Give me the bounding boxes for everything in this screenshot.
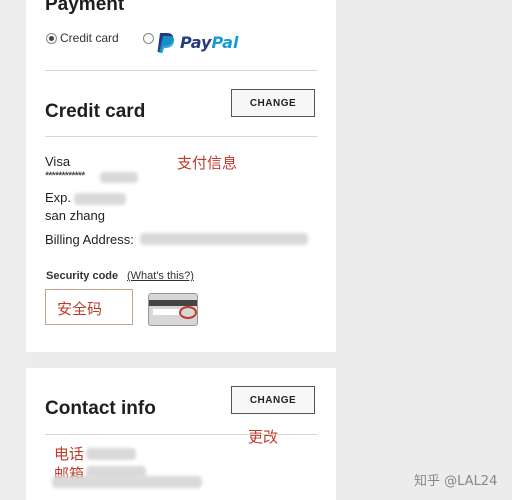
credit-card-option-label[interactable]: Credit card	[60, 31, 119, 45]
expiry-label: Exp.	[45, 190, 72, 205]
redacted-region	[86, 448, 136, 460]
svg-text:PayPal: PayPal	[180, 33, 239, 52]
masked-card-number: ************	[45, 170, 85, 182]
redacted-region	[140, 233, 308, 245]
payment-title: Payment	[45, 0, 125, 15]
billing-address-label: Billing Address:	[45, 232, 134, 247]
watermark: 知乎 @LAL24	[414, 474, 498, 489]
contact-info-title: Contact info	[45, 398, 156, 419]
divider	[45, 434, 317, 435]
divider	[45, 136, 317, 137]
contact-change-button[interactable]: CHANGE	[231, 386, 315, 414]
redacted-region	[74, 193, 126, 205]
annotation-change: 更改	[248, 428, 279, 446]
cardholder-name: san zhang	[45, 208, 105, 223]
card-back-cvv-icon	[148, 293, 198, 326]
phone-note: 电话	[54, 445, 85, 463]
left-gutter	[0, 0, 26, 500]
paypal-radio[interactable]	[143, 33, 154, 44]
credit-card-change-button[interactable]: CHANGE	[231, 89, 315, 117]
credit-card-title: Credit card	[45, 101, 146, 122]
annotation-payment-info: 支付信息	[177, 154, 238, 172]
card-brand: Visa	[45, 154, 71, 169]
paypal-logo[interactable]: PayPal	[156, 30, 242, 54]
whats-this-link[interactable]: (What's this?)	[127, 270, 194, 282]
security-code-label: Security code	[46, 270, 119, 282]
credit-card-radio[interactable]	[46, 33, 57, 44]
redacted-region	[52, 476, 202, 488]
page-background	[336, 0, 512, 500]
divider	[45, 70, 317, 71]
security-code-placeholder: 安全码	[57, 300, 103, 318]
security-code-input[interactable]: 安全码	[45, 289, 133, 325]
redacted-region	[100, 172, 138, 183]
